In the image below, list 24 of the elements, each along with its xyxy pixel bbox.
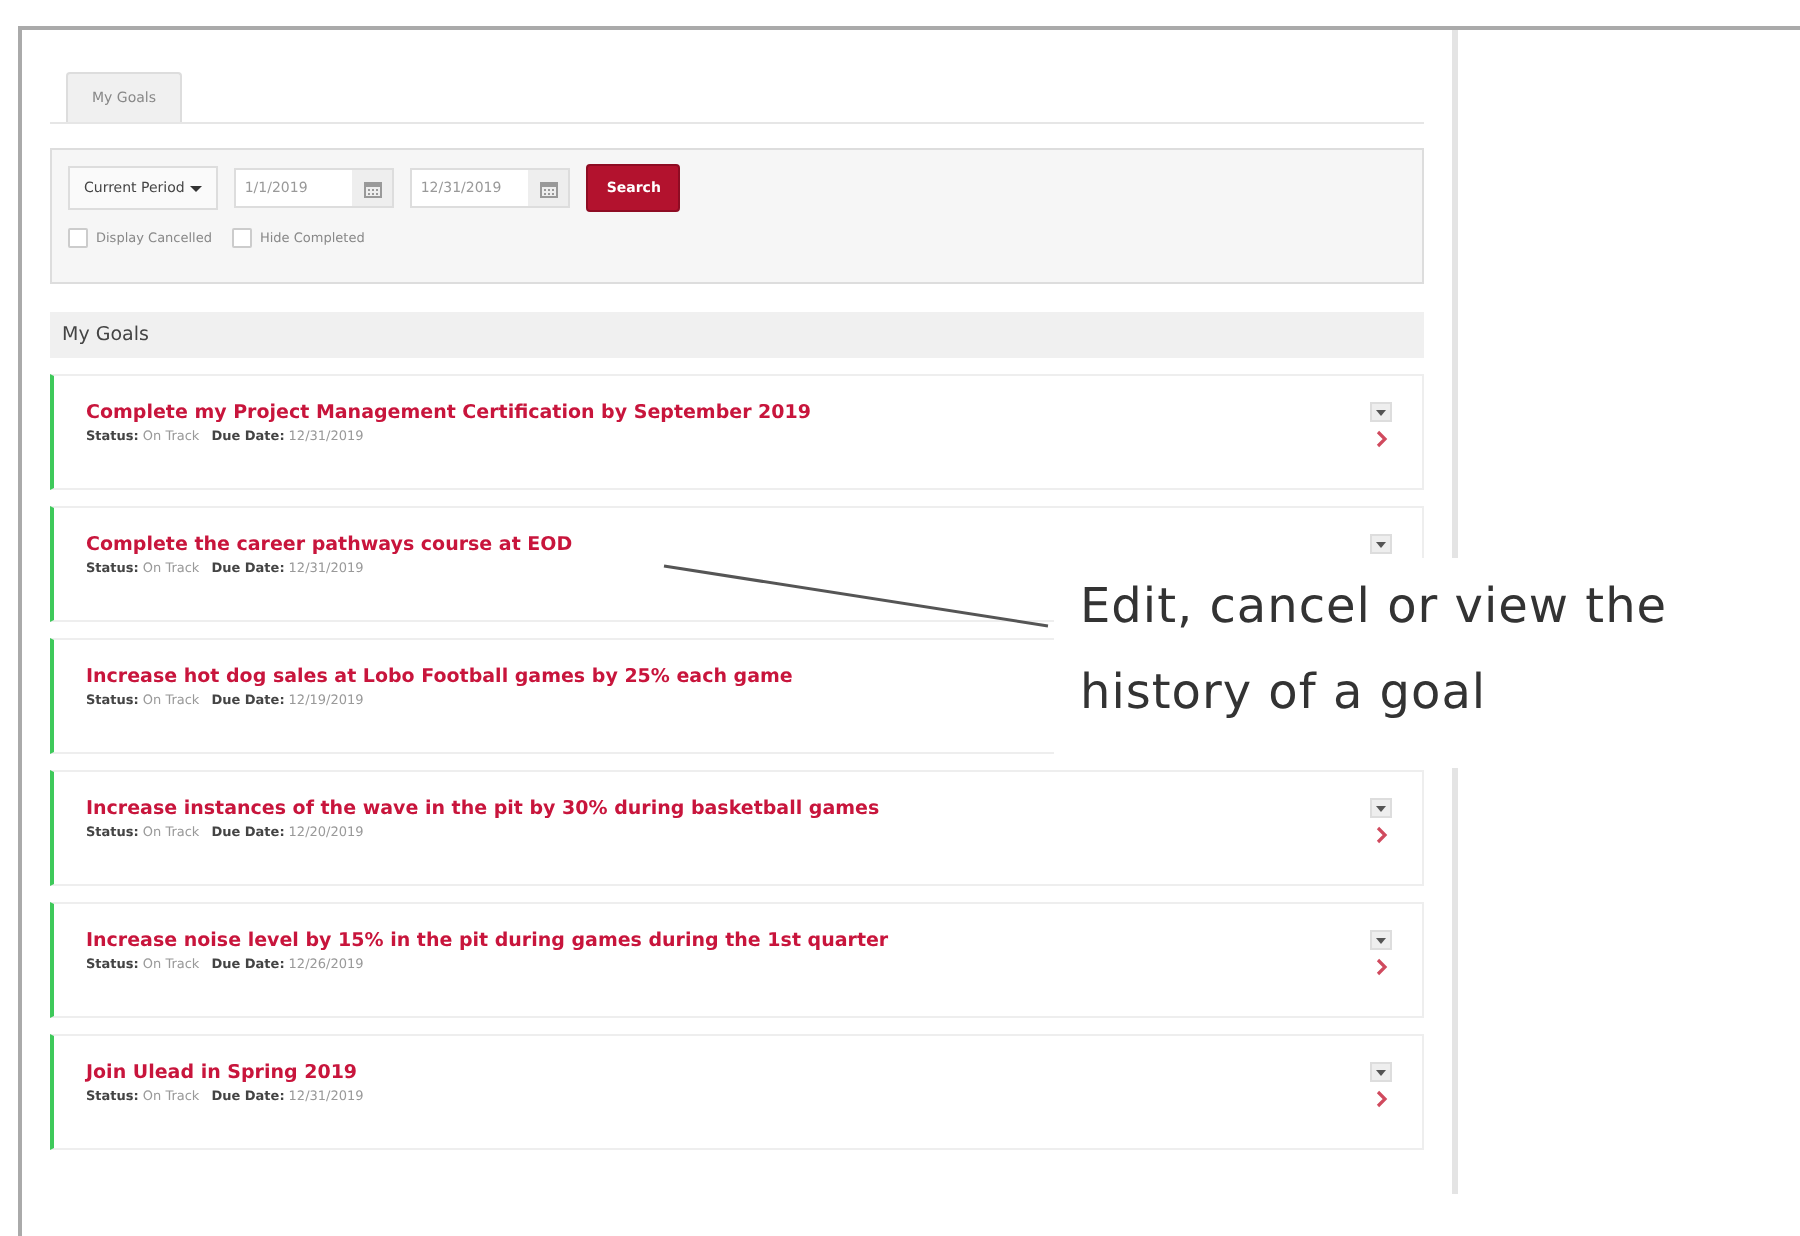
dropdown-button[interactable] — [1370, 402, 1392, 422]
dropdown-button[interactable] — [1370, 1062, 1392, 1082]
goal-title[interactable]: Complete the career pathways course at EOD — [86, 534, 573, 556]
caret-icon — [1376, 1069, 1386, 1075]
caret-icon — [190, 185, 203, 191]
chevron-right-icon[interactable] — [1375, 958, 1387, 976]
chevron-right-icon[interactable] — [1375, 1090, 1387, 1108]
goal-title[interactable]: Complete my Project Management Certification by September 2019 — [86, 402, 811, 424]
checkbox[interactable] — [68, 228, 88, 248]
caret-icon — [1376, 409, 1386, 415]
chevron-right-icon[interactable] — [1375, 826, 1387, 844]
dropdown-button[interactable] — [1370, 534, 1392, 554]
chevron-right-icon[interactable] — [1375, 430, 1387, 448]
goal-title[interactable]: Join Ulead in Spring 2019 — [86, 1062, 364, 1084]
goal-title[interactable]: Increase noise level by 15% in the pit during games during the 1st quarter — [86, 930, 889, 952]
checkbox[interactable] — [231, 228, 252, 248]
caret-icon — [1376, 541, 1386, 547]
caret-icon — [1376, 805, 1386, 811]
goal-title[interactable]: Increase instances of the wave in the pit by 30% during basketball games — [86, 798, 880, 820]
section-header: My Goals — [50, 312, 1424, 358]
goal-title[interactable]: Increase hot dog sales at Lobo Football games by 25% each game — [86, 666, 793, 688]
caret-icon — [1376, 937, 1386, 943]
dropdown-button[interactable] — [1370, 798, 1392, 818]
dropdown-button[interactable] — [1370, 930, 1392, 950]
